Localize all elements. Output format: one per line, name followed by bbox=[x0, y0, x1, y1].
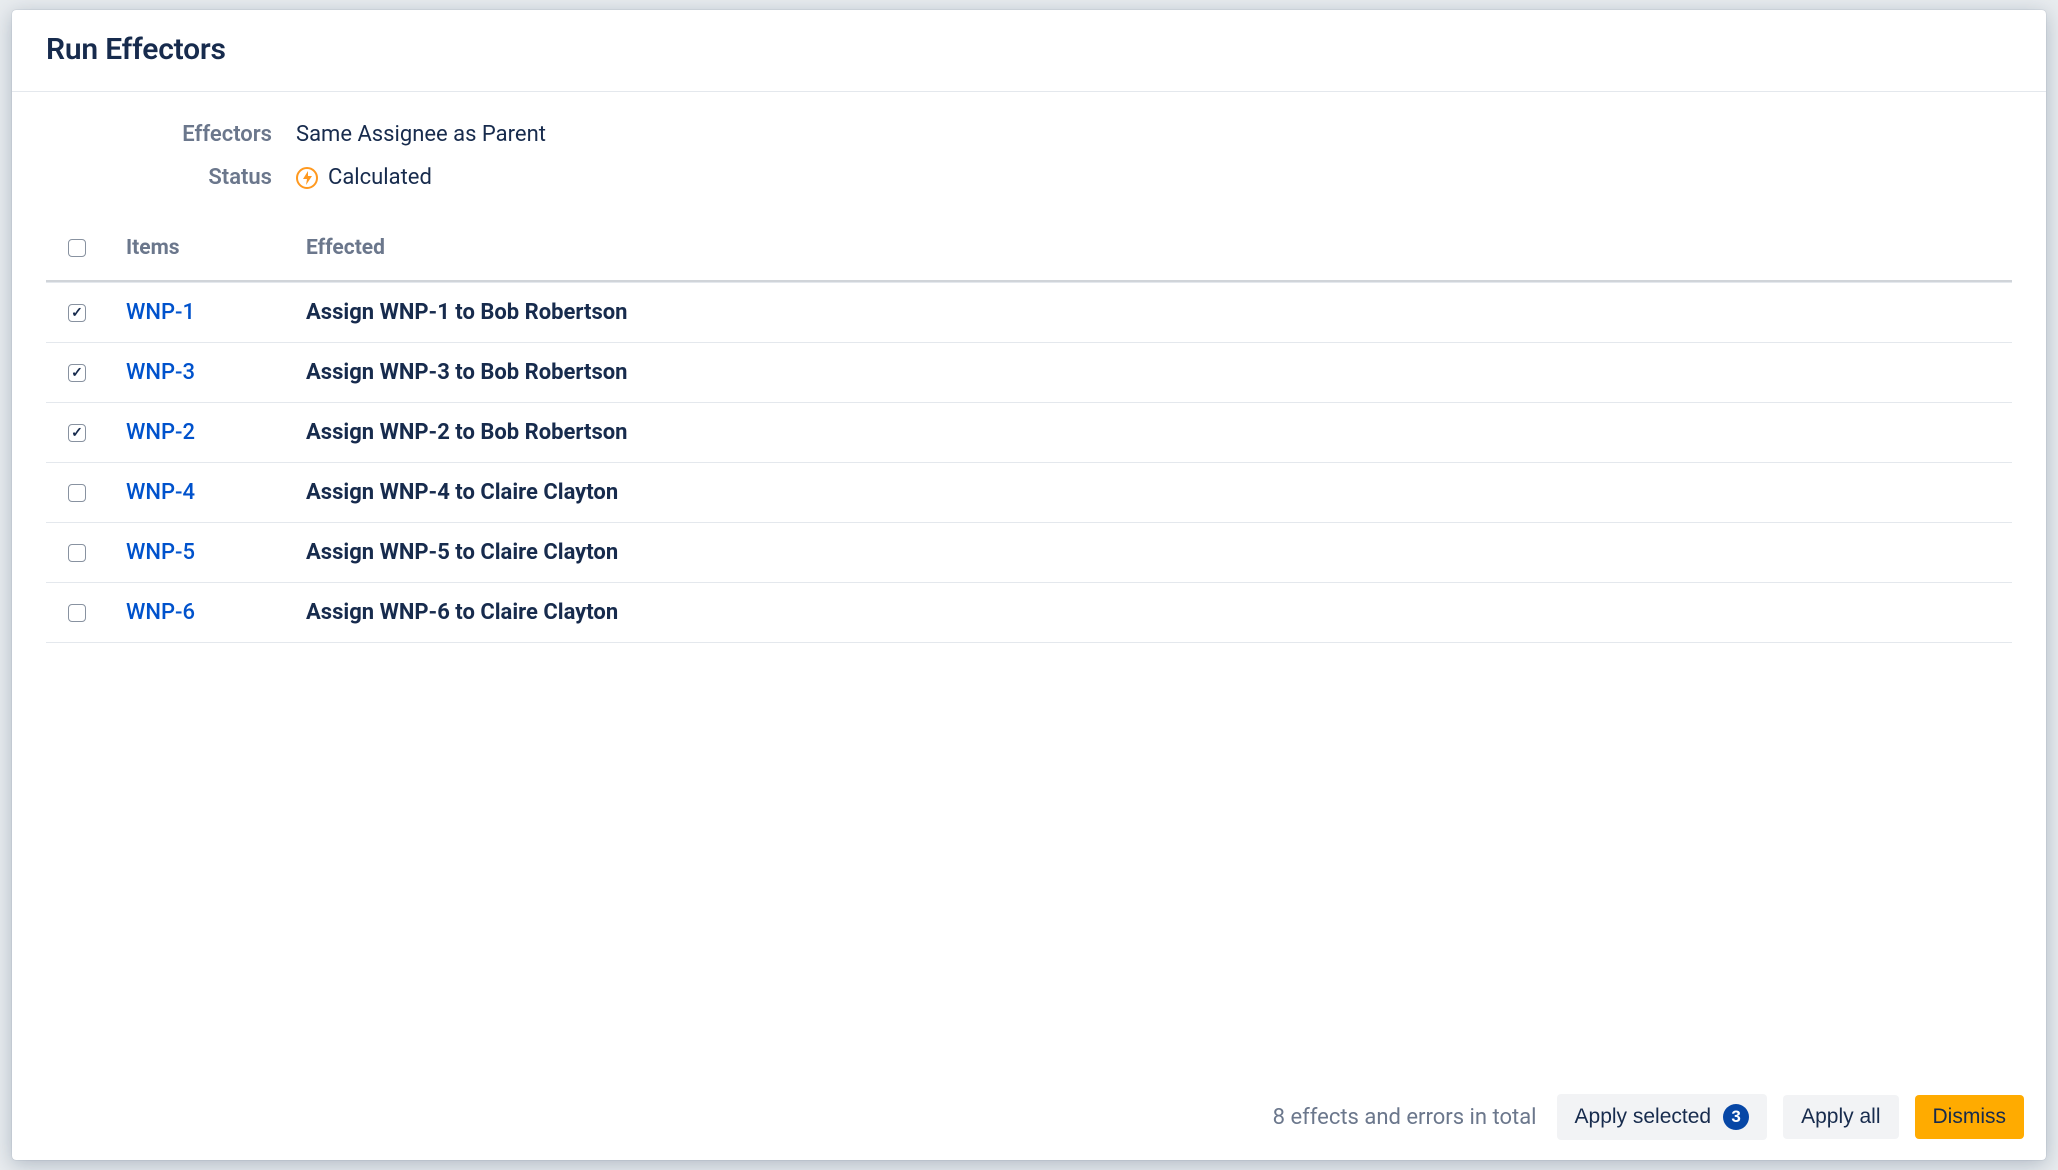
dialog-footer: 8 effects and errors in total Apply sele… bbox=[12, 1073, 2046, 1160]
dismiss-button[interactable]: Dismiss bbox=[1915, 1095, 2025, 1139]
dialog-meta: Effectors Same Assignee as Parent Status… bbox=[12, 92, 2046, 226]
column-header-effected: Effected bbox=[306, 236, 2012, 260]
table-row: WNP-3 Assign WNP-3 to Bob Robertson bbox=[46, 343, 2012, 403]
apply-all-button[interactable]: Apply all bbox=[1783, 1095, 1898, 1139]
table-row: WNP-4 Assign WNP-4 to Claire Clayton bbox=[46, 463, 2012, 523]
effect-description: Assign WNP-5 to Claire Clayton bbox=[306, 540, 618, 565]
summary-text: 8 effects and errors in total bbox=[1273, 1105, 1537, 1130]
meta-value-status: Calculated bbox=[296, 165, 432, 190]
table-header-row: Items Effected bbox=[46, 226, 2012, 282]
row-checkbox[interactable] bbox=[68, 364, 86, 382]
apply-selected-label: Apply selected bbox=[1575, 1105, 1712, 1129]
table-row: WNP-2 Assign WNP-2 to Bob Robertson bbox=[46, 403, 2012, 463]
row-checkbox[interactable] bbox=[68, 424, 86, 442]
apply-selected-button[interactable]: Apply selected 3 bbox=[1557, 1094, 1768, 1140]
row-checkbox[interactable] bbox=[68, 484, 86, 502]
row-checkbox[interactable] bbox=[68, 604, 86, 622]
dialog-title: Run Effectors bbox=[46, 32, 2012, 67]
effect-description: Assign WNP-6 to Claire Clayton bbox=[306, 600, 618, 625]
item-link[interactable]: WNP-6 bbox=[126, 600, 195, 625]
meta-value-effectors: Same Assignee as Parent bbox=[296, 122, 546, 147]
effect-description: Assign WNP-4 to Claire Clayton bbox=[306, 480, 618, 505]
meta-label-status: Status bbox=[46, 165, 296, 190]
item-link[interactable]: WNP-5 bbox=[126, 540, 195, 565]
table-row: WNP-5 Assign WNP-5 to Claire Clayton bbox=[46, 523, 2012, 583]
run-effectors-dialog: Run Effectors Effectors Same Assignee as… bbox=[12, 10, 2046, 1160]
lightning-icon bbox=[296, 167, 318, 189]
effect-description: Assign WNP-3 to Bob Robertson bbox=[306, 360, 628, 385]
row-checkbox[interactable] bbox=[68, 304, 86, 322]
effects-table: Items Effected WNP-1 Assign WNP-1 to Bob … bbox=[12, 226, 2046, 1073]
select-all-checkbox[interactable] bbox=[68, 239, 86, 257]
row-checkbox[interactable] bbox=[68, 544, 86, 562]
dialog-header: Run Effectors bbox=[12, 10, 2046, 92]
table-body[interactable]: WNP-1 Assign WNP-1 to Bob Robertson WNP-3 A… bbox=[46, 282, 2012, 1073]
item-link[interactable]: WNP-4 bbox=[126, 480, 195, 505]
meta-row-effectors: Effectors Same Assignee as Parent bbox=[46, 122, 2012, 147]
column-header-items: Items bbox=[126, 236, 306, 260]
effect-description: Assign WNP-2 to Bob Robertson bbox=[306, 420, 628, 445]
item-link[interactable]: WNP-1 bbox=[126, 300, 195, 325]
selected-count-badge: 3 bbox=[1723, 1104, 1749, 1130]
effect-description: Assign WNP-1 to Bob Robertson bbox=[306, 300, 628, 325]
table-row: WNP-1 Assign WNP-1 to Bob Robertson bbox=[46, 283, 2012, 343]
meta-label-effectors: Effectors bbox=[46, 122, 296, 147]
item-link[interactable]: WNP-2 bbox=[126, 420, 195, 445]
table-row: WNP-6 Assign WNP-6 to Claire Clayton bbox=[46, 583, 2012, 643]
item-link[interactable]: WNP-3 bbox=[126, 360, 195, 385]
status-text: Calculated bbox=[328, 165, 432, 190]
meta-row-status: Status Calculated bbox=[46, 165, 2012, 190]
